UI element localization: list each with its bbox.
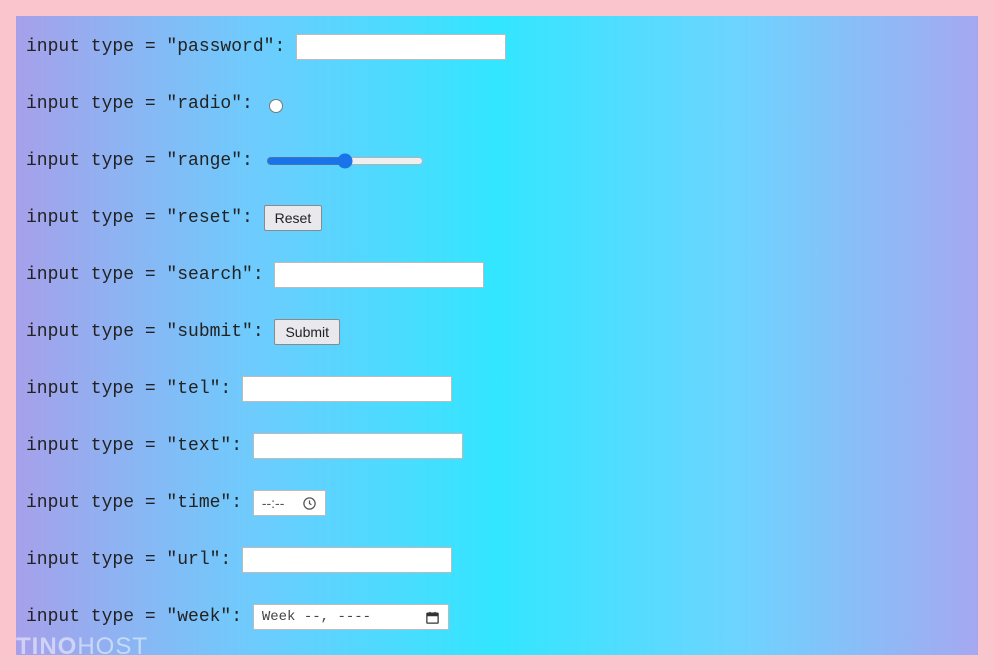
input-tel[interactable] (242, 376, 452, 402)
label-search: input type = "search": (26, 265, 274, 285)
row-week: input type = "week": Week --, ---- (26, 604, 968, 630)
row-password: input type = "password": (26, 34, 968, 60)
row-tel: input type = "tel": (26, 376, 968, 402)
label-password: input type = "password": (26, 37, 296, 57)
row-search: input type = "search": (26, 262, 968, 288)
row-text: input type = "text": (26, 433, 968, 459)
label-week: input type = "week": (26, 607, 253, 627)
row-submit: input type = "submit": Submit (26, 319, 968, 345)
row-time: input type = "time": --:-- (26, 490, 968, 516)
input-search[interactable] (274, 262, 484, 288)
label-submit: input type = "submit": (26, 322, 274, 342)
row-url: input type = "url": (26, 547, 968, 573)
week-placeholder: Week --, ---- (262, 609, 371, 625)
label-url: input type = "url": (26, 550, 242, 570)
outer-frame: input type = "password": input type = "r… (0, 0, 994, 671)
input-radio[interactable] (269, 99, 283, 113)
label-text: input type = "text": (26, 436, 253, 456)
clock-icon (302, 496, 317, 511)
label-reset: input type = "reset": (26, 208, 264, 228)
label-radio: input type = "radio": (26, 94, 264, 114)
input-text[interactable] (253, 433, 463, 459)
row-range: input type = "range": (26, 148, 968, 174)
input-range[interactable] (266, 153, 424, 169)
label-tel: input type = "tel": (26, 379, 242, 399)
input-url[interactable] (242, 547, 452, 573)
label-time: input type = "time": (26, 493, 253, 513)
row-reset: input type = "reset": Reset (26, 205, 968, 231)
inner-panel: input type = "password": input type = "r… (16, 16, 978, 655)
submit-button[interactable]: Submit (274, 319, 340, 345)
input-password[interactable] (296, 34, 506, 60)
reset-button[interactable]: Reset (264, 205, 323, 231)
input-time[interactable]: --:-- (253, 490, 327, 516)
calendar-icon (425, 610, 440, 625)
label-range: input type = "range": (26, 151, 264, 171)
row-radio: input type = "radio": (26, 91, 968, 117)
input-week[interactable]: Week --, ---- (253, 604, 449, 630)
time-placeholder: --:-- (262, 495, 285, 511)
